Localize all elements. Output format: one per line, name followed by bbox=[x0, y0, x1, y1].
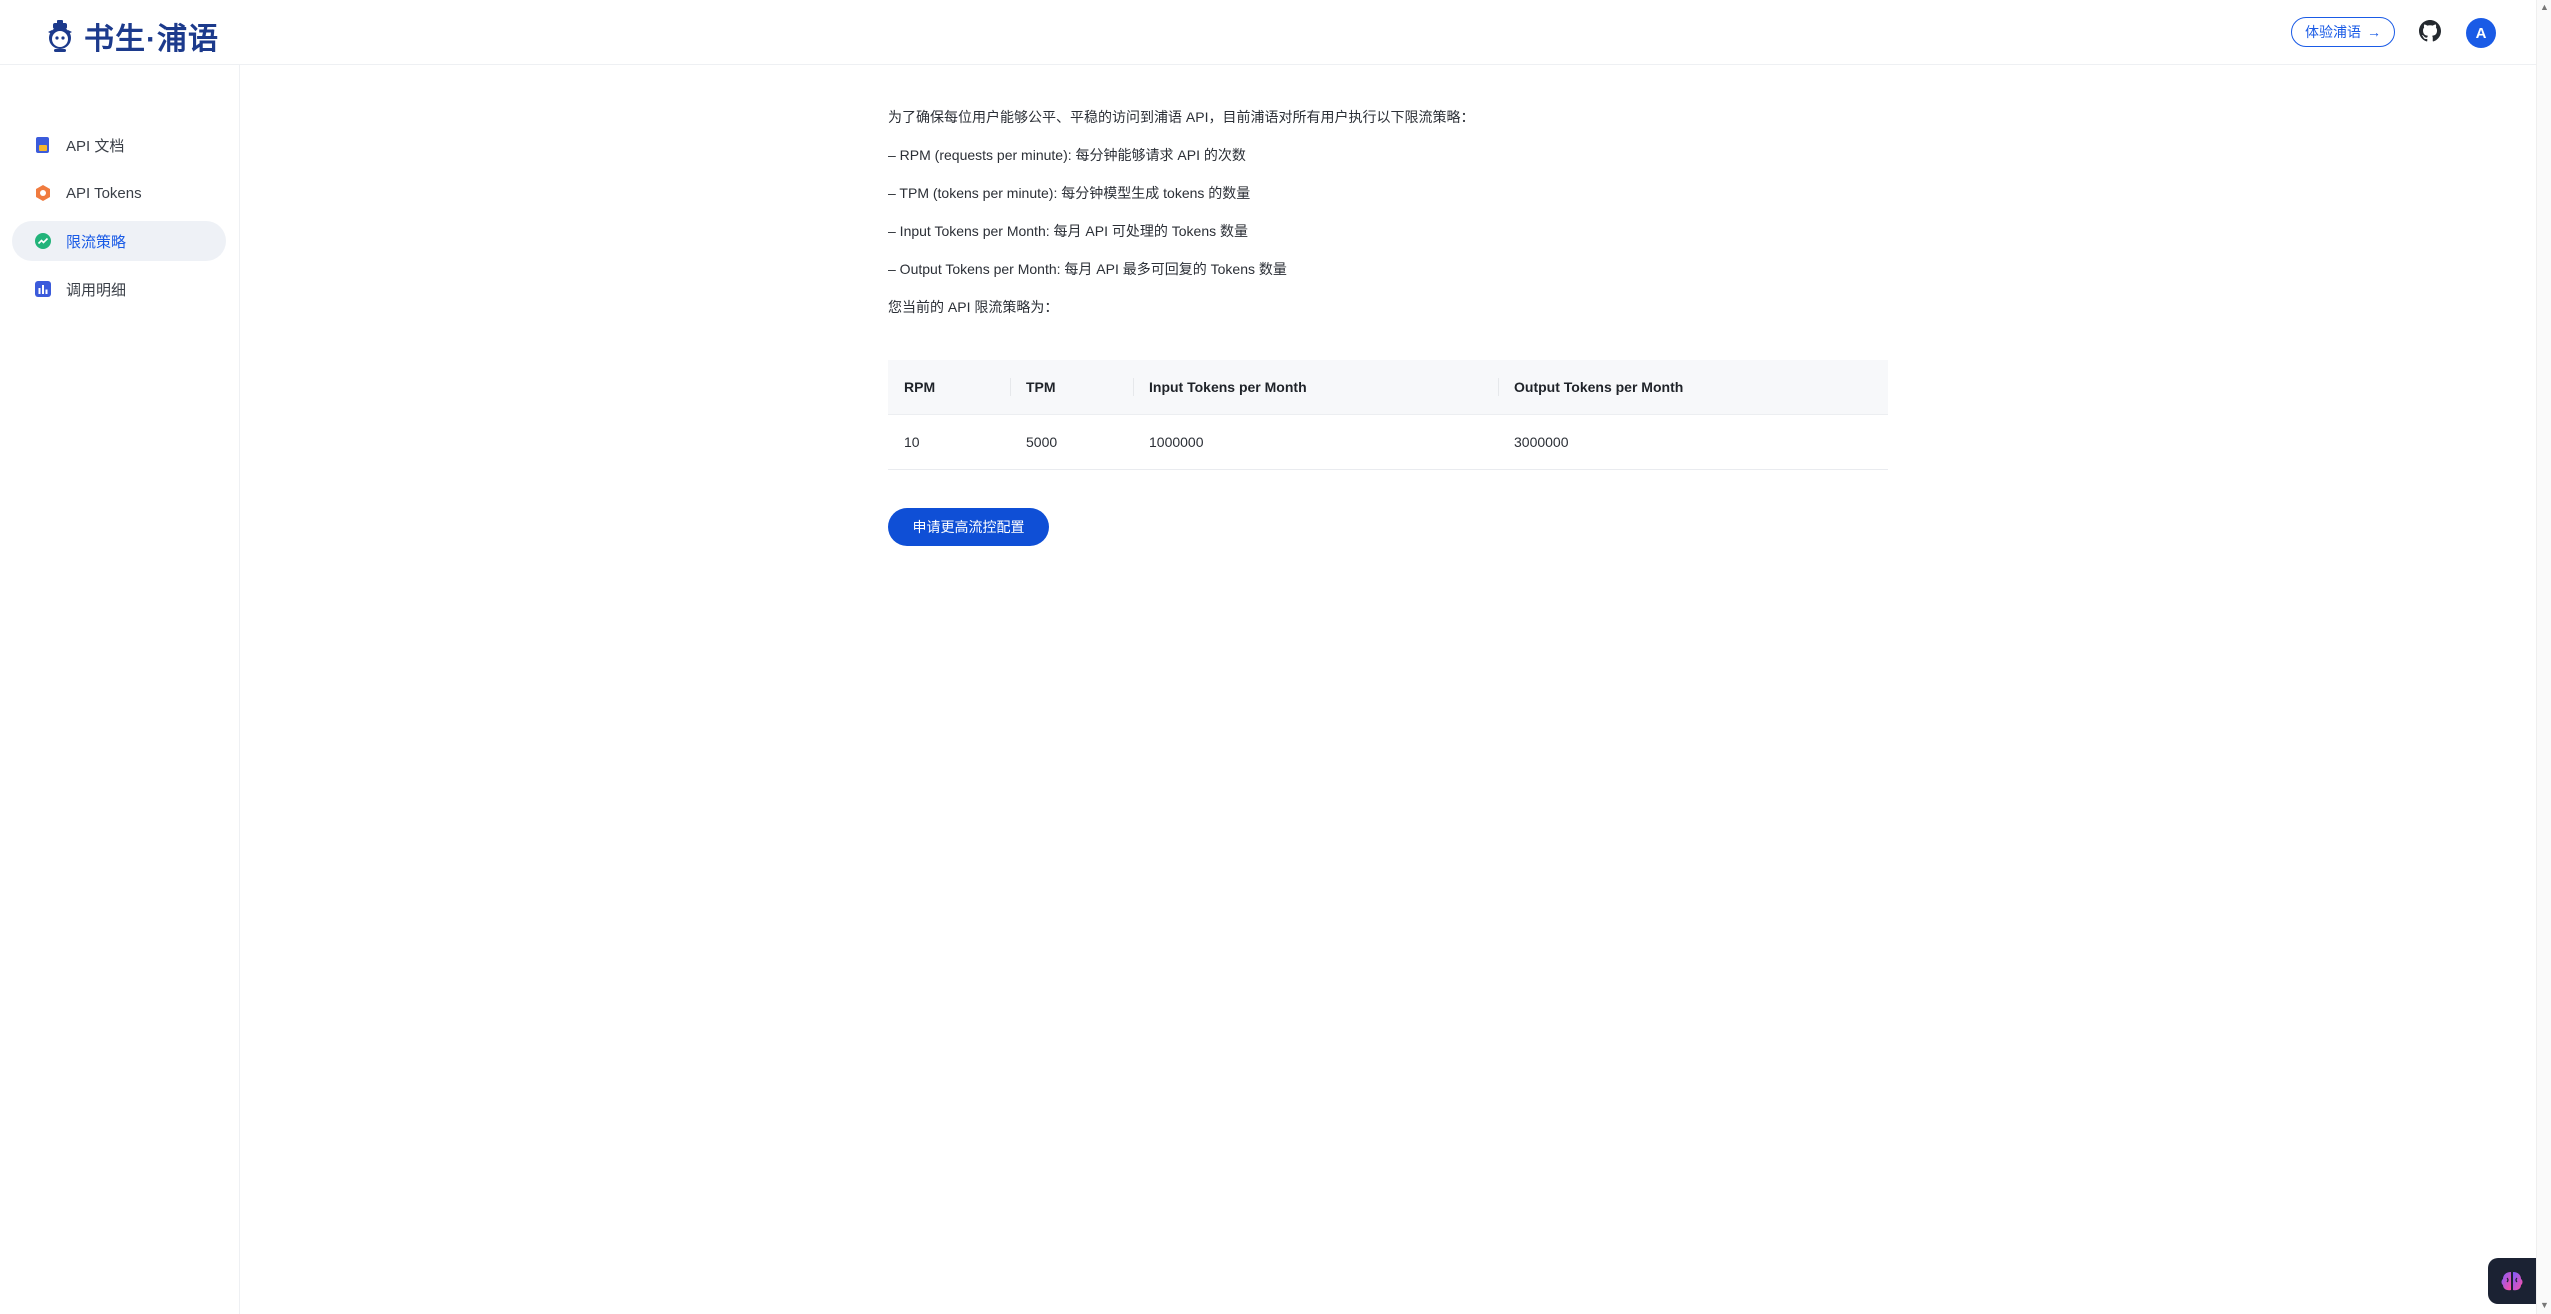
sidebar-item-api-tokens[interactable]: API Tokens bbox=[12, 173, 226, 213]
column-header-input-tokens: Input Tokens per Month bbox=[1133, 360, 1498, 415]
column-header-output-tokens: Output Tokens per Month bbox=[1498, 360, 1888, 415]
apply-higher-limit-button[interactable]: 申请更高流控配置 bbox=[888, 508, 1049, 546]
table-header-row: RPM TPM Input Tokens per Month Output To… bbox=[888, 360, 1888, 415]
github-icon[interactable] bbox=[2419, 20, 2441, 42]
cell-tpm: 5000 bbox=[1010, 414, 1133, 470]
logo-mascot-icon bbox=[48, 20, 72, 52]
column-header-tpm: TPM bbox=[1010, 360, 1133, 415]
brain-icon bbox=[2501, 1272, 2523, 1291]
intro-text: 为了确保每位用户能够公平、平稳的访问到浦语 API，目前浦语对所有用户执行以下限… bbox=[888, 109, 1475, 125]
current-policy-label: 您当前的 API 限流策略为： bbox=[888, 299, 1059, 315]
sidebar-item-label: API Tokens bbox=[66, 184, 142, 202]
sidebar-item-usage-details[interactable]: 调用明细 bbox=[12, 269, 226, 309]
sidebar-item-label: 调用明细 bbox=[66, 281, 127, 299]
doc-icon bbox=[36, 137, 49, 153]
sidebar-item-api-docs[interactable]: API 文档 bbox=[12, 125, 226, 165]
logo-text: 书生·浦语 bbox=[84, 23, 219, 56]
assistant-float-button[interactable] bbox=[2488, 1258, 2536, 1304]
cell-rpm: 10 bbox=[888, 414, 1010, 470]
column-header-rpm: RPM bbox=[888, 360, 1010, 415]
try-puyu-label: 体验浦语 bbox=[2305, 24, 2361, 40]
try-puyu-button[interactable]: 体验浦语 → bbox=[2291, 17, 2395, 47]
hexagon-icon bbox=[36, 185, 50, 201]
sidebar-item-label: API 文档 bbox=[66, 137, 125, 155]
cell-input-tokens: 1000000 bbox=[1133, 414, 1498, 470]
bar-chart-icon bbox=[35, 281, 51, 297]
rule-tpm: – TPM (tokens per minute): 每分钟模型生成 token… bbox=[888, 185, 1251, 201]
user-avatar[interactable]: A bbox=[2466, 18, 2496, 48]
table-row: 10 5000 1000000 3000000 bbox=[888, 414, 1888, 470]
scrollbar[interactable] bbox=[2536, 0, 2551, 1314]
top-header: 书生·浦语 体验浦语 → A bbox=[0, 0, 2536, 65]
trend-icon bbox=[35, 233, 51, 249]
rule-output-tokens: – Output Tokens per Month: 每月 API 最多可回复的… bbox=[888, 261, 1287, 277]
arrow-right-icon: → bbox=[2367, 24, 2381, 40]
logo[interactable]: 书生·浦语 bbox=[42, 14, 219, 58]
rule-rpm: – RPM (requests per minute): 每分钟能够请求 API… bbox=[888, 147, 1246, 163]
sidebar: API 文档 API Tokens 限流策略 调用明细 bbox=[0, 65, 240, 1314]
sidebar-item-label: 限流策略 bbox=[66, 233, 127, 251]
rate-limit-table: RPM TPM Input Tokens per Month Output To… bbox=[888, 360, 1888, 470]
scroll-up-arrow-icon[interactable]: ▲ bbox=[2540, 2, 2549, 12]
cell-output-tokens: 3000000 bbox=[1498, 414, 1888, 470]
sidebar-item-rate-limit[interactable]: 限流策略 bbox=[12, 221, 226, 261]
rule-input-tokens: – Input Tokens per Month: 每月 API 可处理的 To… bbox=[888, 223, 1248, 239]
scroll-down-arrow-icon[interactable]: ▼ bbox=[2540, 1300, 2549, 1310]
